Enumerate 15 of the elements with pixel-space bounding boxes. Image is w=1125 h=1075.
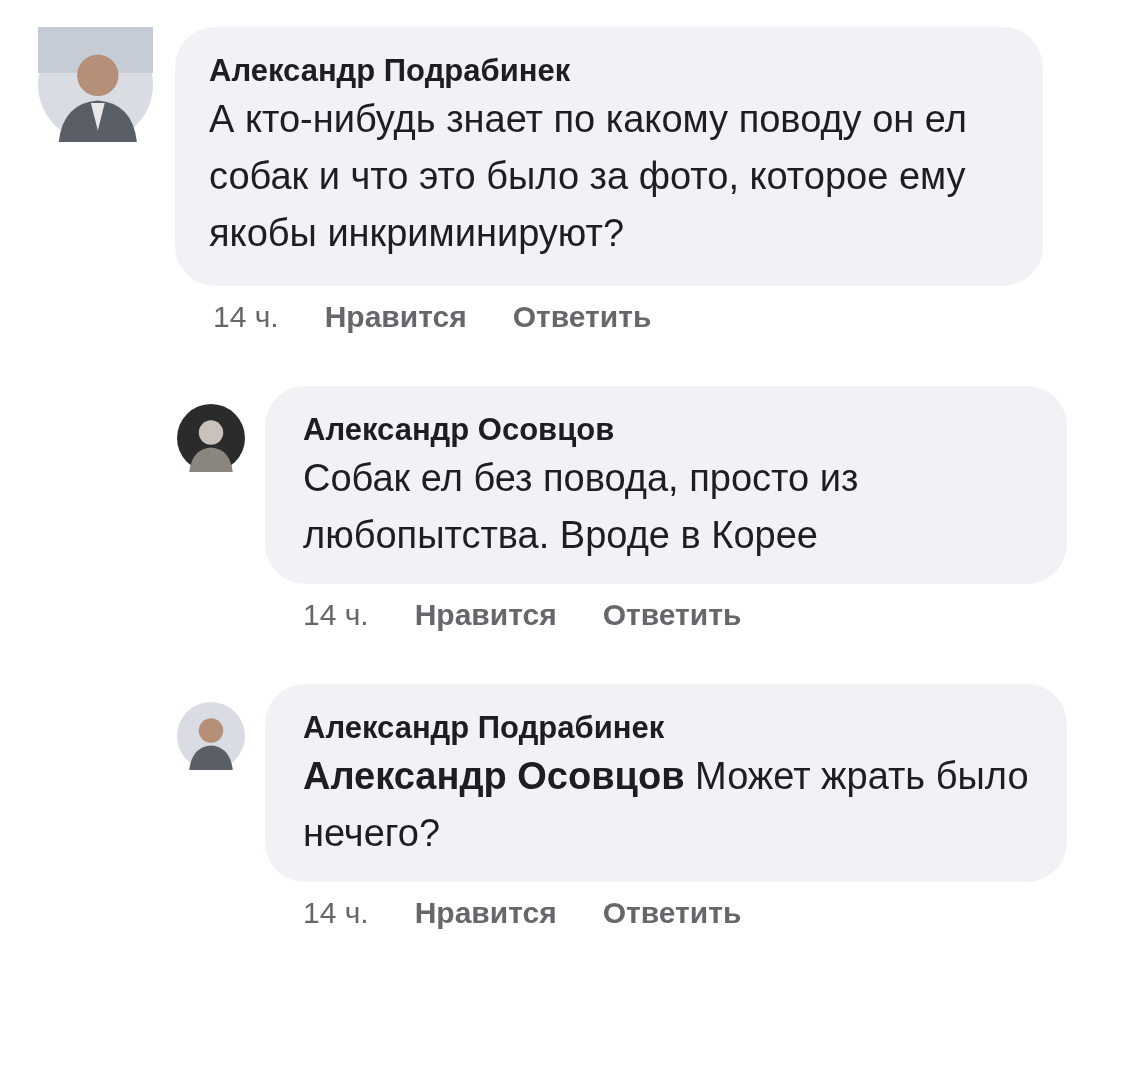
author-name[interactable]: Александр Подрабинек <box>209 51 1009 91</box>
comment-text: Александр Осовцов Может жрать было нечего? <box>303 754 1030 856</box>
author-name[interactable]: Александр Подрабинек <box>303 708 1033 748</box>
reply-link[interactable]: Ответить <box>512 296 652 338</box>
timestamp: 14 ч. <box>303 895 369 931</box>
timestamp: 14 ч. <box>303 597 369 633</box>
reply-link[interactable]: Ответить <box>602 594 742 636</box>
comment-text: Собак ел без повода, просто из любопытства. Вроде в Корее <box>303 456 860 558</box>
comment-text: А кто-нибудь знает по какому поводу он ел собак и что это было за фото, которое ему якобы инкриминируют? <box>209 97 968 256</box>
like-link[interactable]: Нравится <box>414 594 557 636</box>
reply-link[interactable]: Ответить <box>602 892 742 934</box>
timestamp: 14 ч. <box>213 299 279 335</box>
author-name[interactable]: Александр Осовцов <box>303 410 1033 450</box>
like-link[interactable]: Нравится <box>324 296 467 338</box>
like-link[interactable]: Нравится <box>414 892 557 934</box>
